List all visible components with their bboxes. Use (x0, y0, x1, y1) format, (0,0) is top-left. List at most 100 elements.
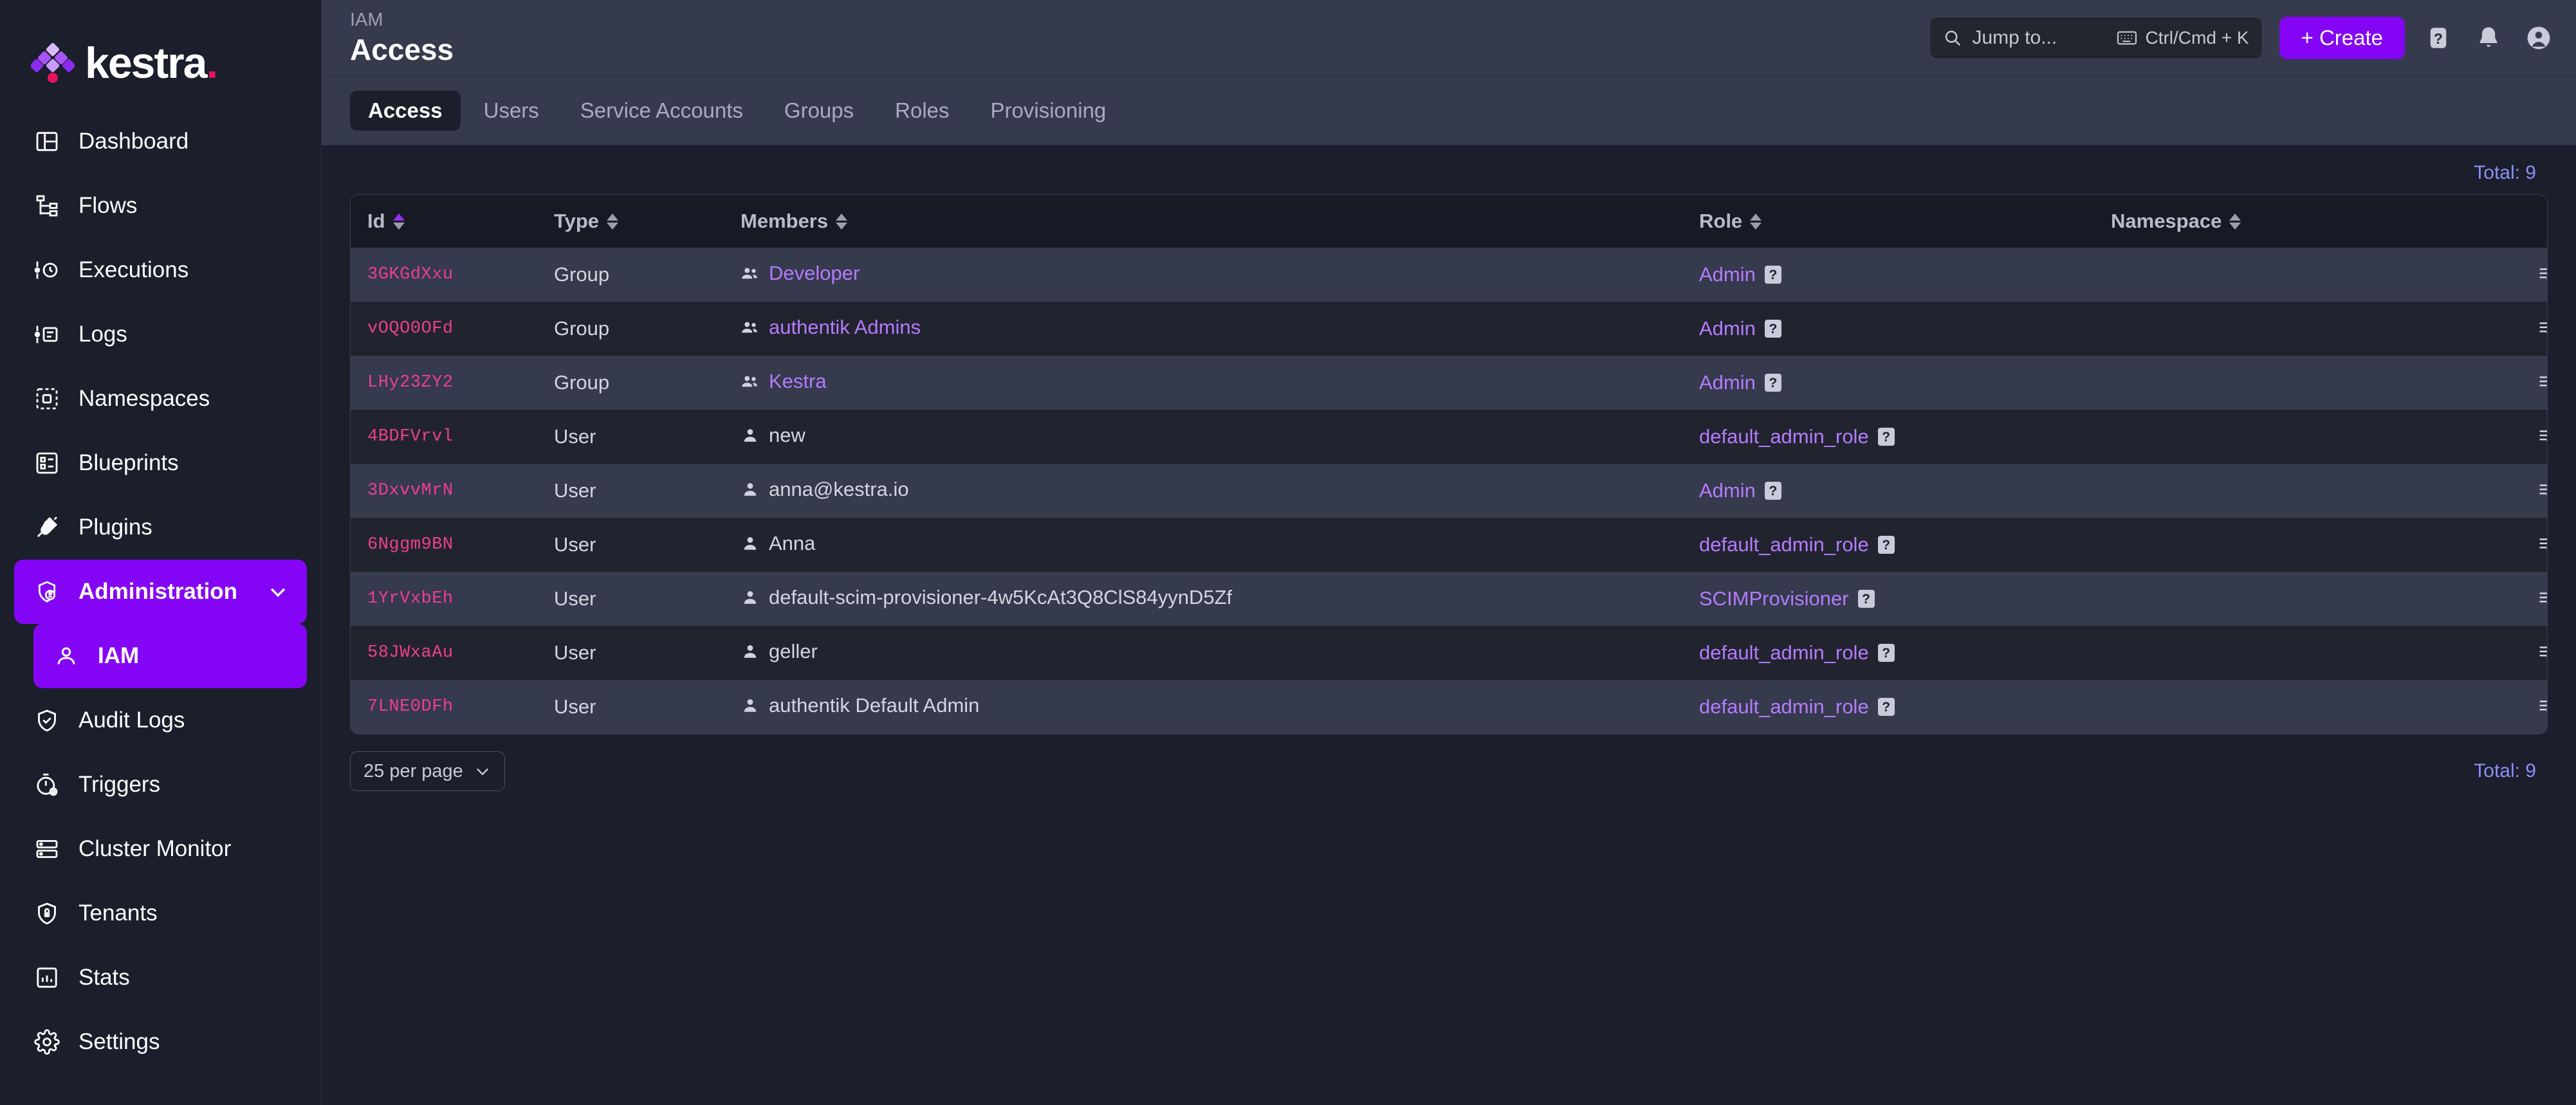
role-help-icon[interactable]: ? (1765, 374, 1781, 392)
help-icon[interactable]: ? (2422, 21, 2455, 55)
user-avatar-icon[interactable] (2522, 21, 2555, 55)
role-help-icon[interactable]: ? (1765, 320, 1781, 338)
view-audit-logs-button[interactable] (2530, 259, 2548, 290)
view-audit-logs-button[interactable] (2530, 421, 2548, 452)
search-input[interactable]: Jump to... Ctrl/Cmd + K (1929, 17, 2263, 59)
table-row[interactable]: 58JWxaAuUsergellerdefault_admin_role? (351, 626, 2547, 680)
cell-id[interactable]: LHy23ZY2 (351, 356, 537, 410)
sort-arrows-icon[interactable] (607, 214, 618, 230)
tab-roles[interactable]: Roles (877, 91, 967, 131)
view-audit-logs-button[interactable] (2530, 691, 2548, 722)
total-count-top: Total: 9 (2474, 162, 2536, 183)
column-label: Members (741, 210, 828, 233)
role-help-icon[interactable]: ? (1765, 482, 1781, 500)
sidebar-item-executions[interactable]: Executions (14, 238, 307, 302)
sidebar-item-blueprints[interactable]: Blueprints (14, 431, 307, 495)
role-name[interactable]: Admin (1699, 371, 1756, 394)
sort-arrows-icon[interactable] (836, 214, 847, 230)
sidebar-item-label: IAM (98, 643, 139, 669)
sidebar-item-tenants[interactable]: Tenants (14, 881, 307, 945)
cell-id[interactable]: vOQO0OFd (351, 302, 537, 356)
sort-arrows-icon[interactable] (393, 214, 405, 230)
sidebar-item-plugins[interactable]: Plugins (14, 495, 307, 560)
role-help-icon[interactable]: ? (1878, 428, 1895, 446)
sidebar-item-triggers[interactable]: Triggers (14, 753, 307, 817)
sidebar-item-namespaces[interactable]: Namespaces (14, 367, 307, 431)
cell-id[interactable]: 7LNE0DFh (351, 680, 537, 734)
table-row[interactable]: 3DxvvMrNUseranna@kestra.ioAdmin? (351, 464, 2547, 518)
member-name[interactable]: authentik Admins (769, 316, 921, 339)
view-audit-logs-button[interactable] (2530, 367, 2548, 398)
role-name[interactable]: SCIMProvisioner (1699, 587, 1849, 610)
column-header-id[interactable]: Id (351, 195, 537, 248)
role-name[interactable]: Admin (1699, 263, 1756, 286)
sidebar-item-audit-logs[interactable]: Audit Logs (14, 688, 307, 753)
breadcrumb-parent[interactable]: IAM (350, 10, 454, 31)
notifications-icon[interactable] (2472, 21, 2505, 55)
role-name[interactable]: default_admin_role (1699, 425, 1869, 448)
svg-text:?: ? (2434, 30, 2443, 46)
view-audit-logs-button[interactable] (2530, 475, 2548, 506)
cell-members: Kestra (724, 356, 1682, 410)
table-row[interactable]: vOQO0OFdGroupauthentik AdminsAdmin? (351, 302, 2547, 356)
sidebar-item-logs[interactable]: Logs (14, 302, 307, 367)
table-row[interactable]: LHy23ZY2GroupKestraAdmin? (351, 356, 2547, 410)
view-audit-logs-button[interactable] (2530, 637, 2548, 668)
sidebar-item-iam[interactable]: IAM (33, 624, 307, 688)
table-row[interactable]: 3GKGdXxuGroupDeveloperAdmin? (351, 248, 2547, 302)
cell-id[interactable]: 3DxvvMrN (351, 464, 537, 518)
sort-arrows-icon[interactable] (1750, 214, 1762, 230)
tab-groups[interactable]: Groups (766, 91, 872, 131)
column-header-role[interactable]: Role (1682, 195, 2094, 248)
sidebar-item-label: Triggers (78, 772, 160, 798)
view-audit-logs-button[interactable] (2530, 313, 2548, 344)
cell-id[interactable]: 1YrVxbEh (351, 572, 537, 626)
role-name[interactable]: Admin (1699, 479, 1756, 502)
tab-users[interactable]: Users (466, 91, 557, 131)
namespaces-icon (33, 385, 60, 412)
cell-id[interactable]: 3GKGdXxu (351, 248, 537, 302)
table-header-row: Id Type Members (351, 195, 2547, 248)
role-name[interactable]: Admin (1699, 317, 1756, 340)
member-name: authentik Default Admin (769, 694, 979, 717)
table-row[interactable]: 7LNE0DFhUserauthentik Default Admindefau… (351, 680, 2547, 734)
table-row[interactable]: 4BDFVrvlUsernewdefault_admin_role? (351, 410, 2547, 464)
table-row[interactable]: 1YrVxbEhUserdefault-scim-provisioner-4w5… (351, 572, 2547, 626)
role-help-icon[interactable]: ? (1878, 644, 1895, 662)
view-audit-logs-button[interactable] (2530, 583, 2548, 614)
tab-access[interactable]: Access (350, 91, 461, 131)
cell-id[interactable]: 58JWxaAu (351, 626, 537, 680)
sidebar-item-settings[interactable]: Settings (14, 1010, 307, 1074)
member-name[interactable]: Developer (769, 262, 860, 285)
role-name[interactable]: default_admin_role (1699, 641, 1869, 664)
cell-role: default_admin_role? (1682, 626, 2094, 680)
column-header-members[interactable]: Members (724, 195, 1682, 248)
sidebar-item-administration[interactable]: Administration (14, 560, 307, 624)
create-button[interactable]: + Create (2279, 17, 2406, 59)
role-help-icon[interactable]: ? (1878, 536, 1895, 554)
sidebar-item-cluster-monitor[interactable]: Cluster Monitor (14, 817, 307, 881)
sidebar-item-stats[interactable]: Stats (14, 945, 307, 1010)
iam-icon (53, 643, 80, 670)
tab-service-accounts[interactable]: Service Accounts (562, 91, 761, 131)
sidebar-item-flows[interactable]: Flows (14, 174, 307, 238)
role-name[interactable]: default_admin_role (1699, 695, 1869, 718)
member-name[interactable]: Kestra (769, 370, 827, 393)
sidebar-item-dashboard[interactable]: Dashboard (14, 109, 307, 174)
sidebar-item-label: Cluster Monitor (78, 836, 231, 862)
cell-id[interactable]: 6Nggm9BN (351, 518, 537, 572)
tab-provisioning[interactable]: Provisioning (973, 91, 1125, 131)
sort-arrows-icon[interactable] (2229, 214, 2241, 230)
per-page-select[interactable]: 25 per page (350, 751, 505, 791)
cell-namespace (2094, 518, 2506, 572)
role-help-icon[interactable]: ? (1765, 266, 1781, 284)
view-audit-logs-button[interactable] (2530, 529, 2548, 560)
table-row[interactable]: 6Nggm9BNUserAnnadefault_admin_role? (351, 518, 2547, 572)
column-header-type[interactable]: Type (537, 195, 724, 248)
role-help-icon[interactable]: ? (1878, 698, 1895, 716)
column-header-namespace[interactable]: Namespace (2094, 195, 2506, 248)
cell-id[interactable]: 4BDFVrvl (351, 410, 537, 464)
brand-logo[interactable]: kestra. (0, 0, 321, 90)
role-name[interactable]: default_admin_role (1699, 533, 1869, 556)
role-help-icon[interactable]: ? (1858, 590, 1875, 608)
